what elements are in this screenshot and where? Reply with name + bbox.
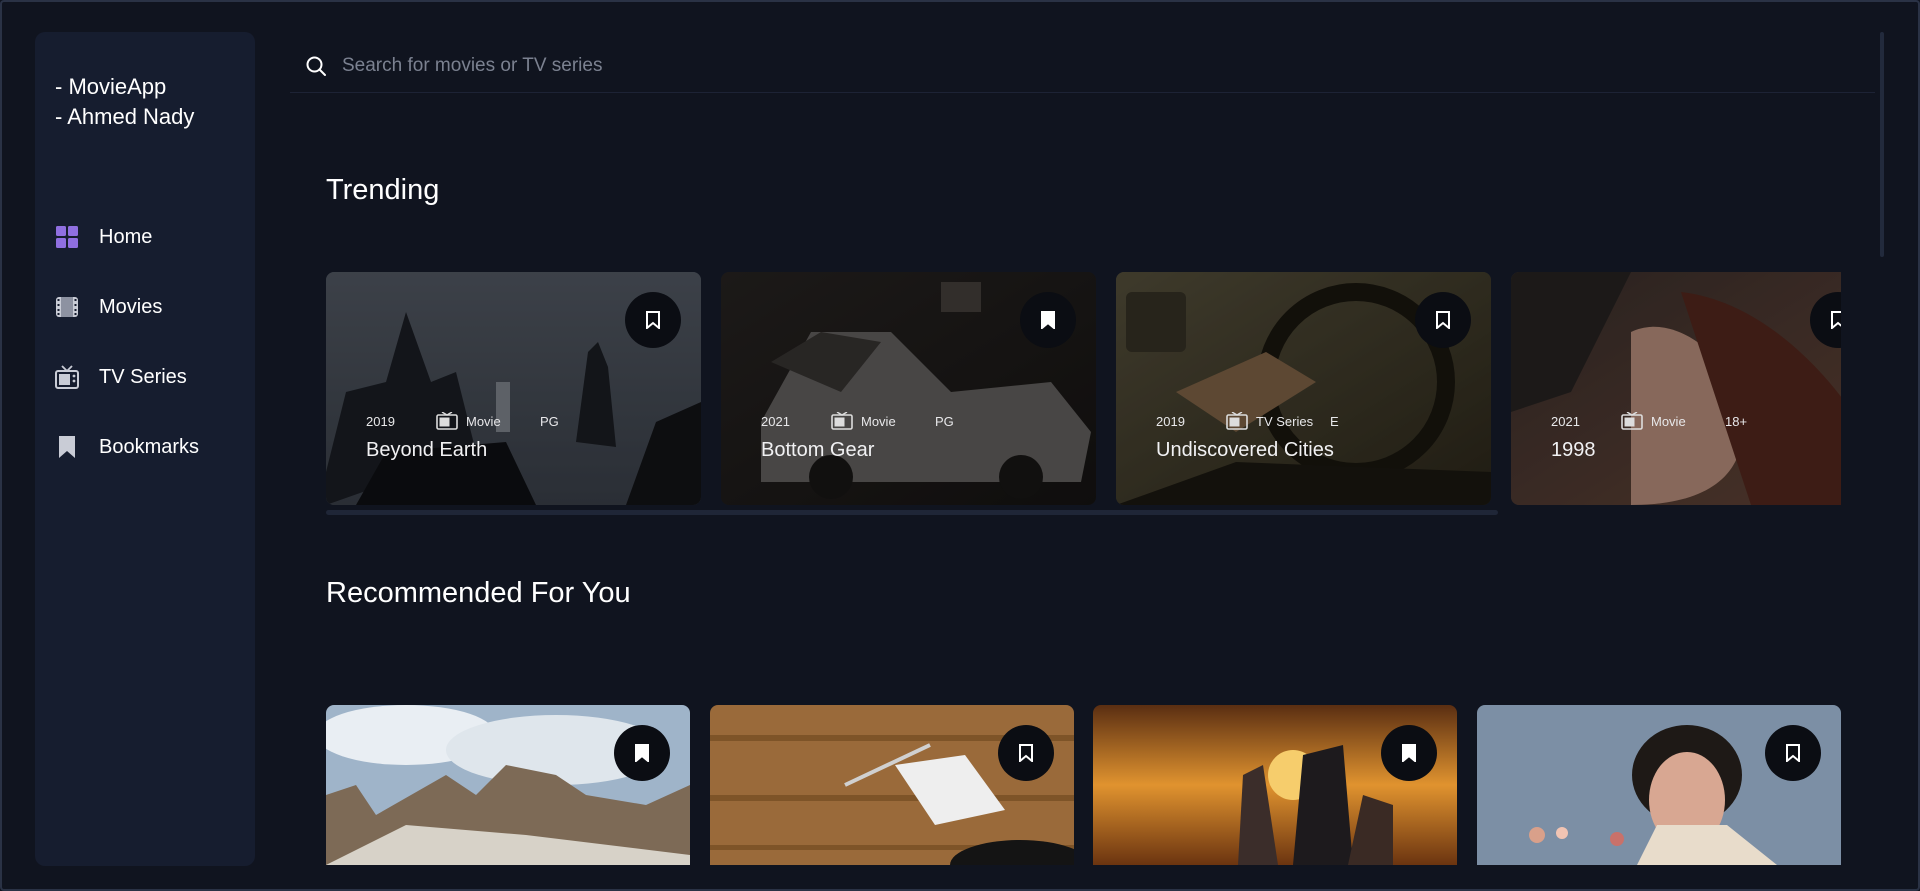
card-meta: 2021 Movie 18+	[1551, 412, 1747, 430]
trending-carousel: 2019 Movie PG Beyond Earth 2021 Movie PG…	[326, 272, 1841, 505]
brand: - MovieApp - Ahmed Nady	[55, 72, 194, 132]
bookmark-outline-icon	[1436, 311, 1450, 329]
card-meta: 2019 Movie PG	[366, 412, 559, 430]
nav-label-bookmarks: Bookmarks	[99, 435, 200, 458]
nav-item-movies[interactable]: Movies	[55, 292, 199, 322]
main-nav: Home Movies TV Series Bookmarks	[55, 222, 199, 502]
card-rating: PG	[540, 413, 559, 429]
card-year: 2021	[1551, 413, 1580, 429]
recommended-card[interactable]	[1093, 705, 1457, 865]
recommended-heading: Recommended For You	[326, 577, 631, 609]
card-year: 2019	[366, 413, 395, 429]
card-rating: E	[1330, 413, 1339, 429]
bookmark-icon	[55, 435, 79, 459]
bookmark-outline-icon	[1831, 311, 1841, 329]
card-overlay	[1511, 272, 1841, 505]
bookmark-outline-icon	[646, 311, 660, 329]
nav-label-home: Home	[99, 225, 153, 248]
search-input[interactable]	[340, 54, 944, 78]
recommended-card[interactable]	[1477, 705, 1841, 865]
bookmark-button[interactable]	[614, 725, 670, 781]
category-icon	[1226, 412, 1248, 430]
card-category: Movie	[1651, 413, 1686, 429]
card-title: Bottom Gear	[761, 439, 875, 461]
bookmark-button[interactable]	[1415, 292, 1471, 348]
trending-card[interactable]: 2019 TV Series E Undiscovered Cities	[1116, 272, 1491, 505]
bookmark-filled-icon	[1041, 311, 1055, 329]
card-year: 2019	[1156, 413, 1185, 429]
brand-line-app: - MovieApp	[55, 74, 167, 99]
bookmark-button[interactable]	[998, 725, 1054, 781]
grid-icon	[55, 225, 79, 249]
search-bar	[290, 40, 1875, 93]
bookmark-filled-icon	[1402, 744, 1416, 762]
bookmark-outline-icon	[1786, 744, 1800, 762]
recommended-card[interactable]	[326, 705, 690, 865]
card-year: 2021	[761, 413, 790, 429]
nav-label-movies: Movies	[99, 295, 163, 318]
category-icon	[1621, 412, 1643, 430]
trending-card[interactable]: 2019 Movie PG Beyond Earth	[326, 272, 701, 505]
bookmark-button[interactable]	[1765, 725, 1821, 781]
page-scrollbar[interactable]	[1880, 32, 1884, 257]
card-category: Movie	[861, 413, 896, 429]
recommended-card[interactable]	[710, 705, 1074, 865]
brand-line-author: - Ahmed Nady	[55, 104, 195, 129]
trending-card[interactable]: 2021 Movie 18+ 1998	[1511, 272, 1841, 505]
trending-heading: Trending	[326, 174, 440, 206]
card-title: 1998	[1551, 439, 1596, 461]
card-category: Movie	[466, 413, 501, 429]
bookmark-button[interactable]	[1020, 292, 1076, 348]
nav-item-home[interactable]: Home	[55, 222, 199, 252]
card-rating: PG	[935, 413, 954, 429]
nav-item-bookmarks[interactable]: Bookmarks	[55, 432, 199, 462]
category-icon	[831, 412, 853, 430]
bookmark-outline-icon	[1019, 744, 1033, 762]
search-icon	[304, 54, 328, 78]
sidebar: - MovieApp - Ahmed Nady Home Movies TV S…	[35, 32, 255, 866]
nav-label-tv-series: TV Series	[99, 365, 187, 388]
trending-scrollbar[interactable]	[326, 510, 1498, 515]
bookmark-button[interactable]	[1381, 725, 1437, 781]
card-title: Beyond Earth	[366, 439, 488, 461]
card-meta: 2021 Movie PG	[761, 412, 954, 430]
category-icon	[436, 412, 458, 430]
nav-item-tv-series[interactable]: TV Series	[55, 362, 199, 392]
card-rating: 18+	[1725, 413, 1748, 429]
bookmark-button[interactable]	[625, 292, 681, 348]
card-title: Undiscovered Cities	[1156, 439, 1334, 461]
tv-icon	[55, 365, 79, 389]
bookmark-filled-icon	[635, 744, 649, 762]
card-category: TV Series	[1256, 413, 1314, 429]
trending-card[interactable]: 2021 Movie PG Bottom Gear	[721, 272, 1096, 505]
card-meta: 2019 TV Series E	[1156, 412, 1339, 430]
film-icon	[55, 295, 79, 319]
